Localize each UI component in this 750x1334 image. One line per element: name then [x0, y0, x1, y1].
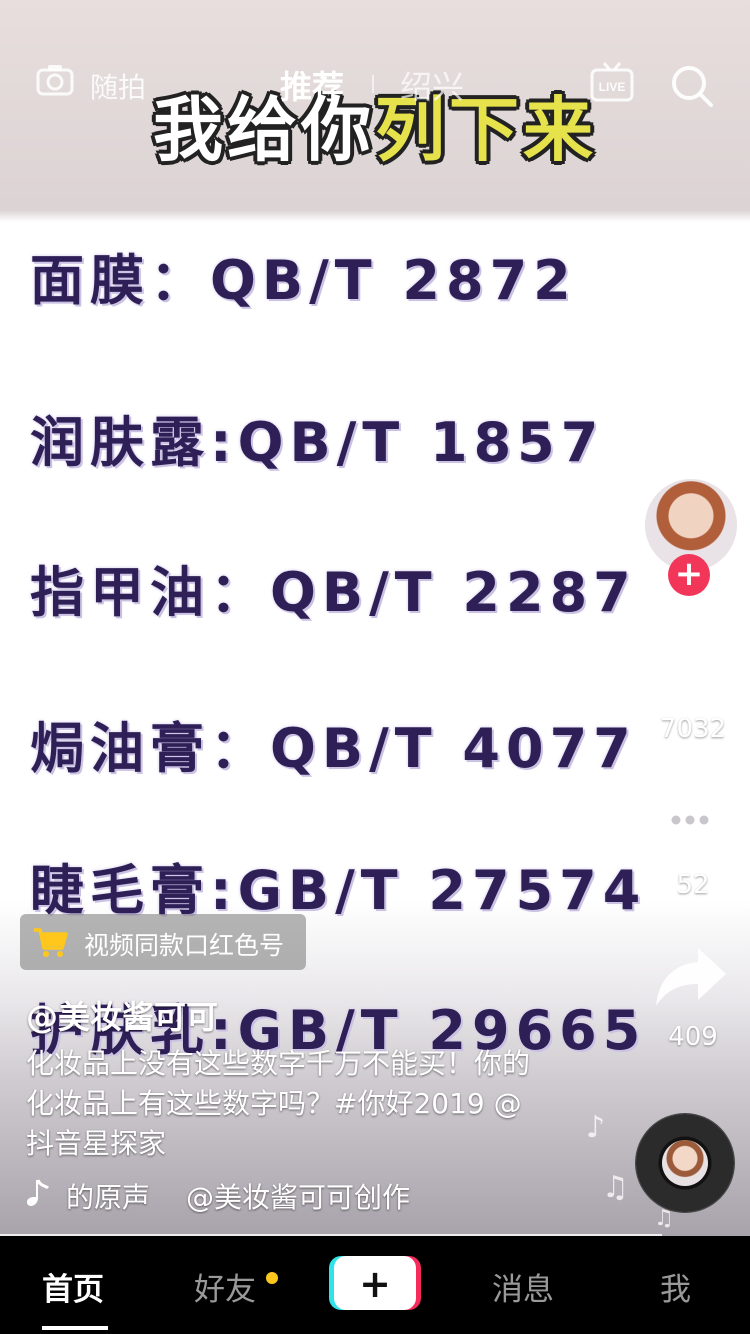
- live-label: LIVE: [599, 80, 626, 94]
- cart-icon: [34, 928, 68, 957]
- camera-icon[interactable]: [36, 64, 74, 96]
- share-icon[interactable]: [654, 946, 728, 1008]
- music-info[interactable]: 的原声 @美妆酱可可创作: [26, 1174, 426, 1214]
- search-icon[interactable]: [670, 64, 714, 108]
- nav-messages[interactable]: 消息: [492, 1264, 554, 1309]
- share-count: 409: [668, 1022, 718, 1052]
- standard-row: 面膜：QB/T 2872: [30, 249, 577, 312]
- author-name[interactable]: @美妆酱可可: [26, 992, 218, 1038]
- comment-count: 52: [676, 870, 710, 900]
- post-caption: 化妆品上没有这些数字千万不能买！你的化妆品上有这些数字吗？#你好2019 @抖音…: [26, 1047, 531, 1160]
- music-note-icon: [27, 1179, 50, 1206]
- create-button[interactable]: +: [334, 1256, 416, 1310]
- live-icon[interactable]: LIVE: [590, 62, 634, 102]
- music-disc[interactable]: [636, 1114, 734, 1212]
- heart-icon[interactable]: [650, 630, 730, 702]
- product-tag-label: 视频同款口红色号: [84, 931, 285, 960]
- music-disc-cover: [662, 1140, 708, 1186]
- music-text: 的原声 @美妆酱可可创作: [66, 1176, 410, 1214]
- tab-divider: [372, 75, 374, 93]
- notification-dot: [266, 1272, 278, 1284]
- tab-city[interactable]: 绍兴: [400, 62, 464, 108]
- tab-recommend[interactable]: 推荐: [280, 62, 344, 108]
- like-count: 7032: [659, 714, 727, 744]
- floating-note-icon: ♫: [602, 1170, 629, 1205]
- create-button-label: +: [359, 1262, 391, 1306]
- nav-home[interactable]: 首页: [42, 1264, 104, 1309]
- nav-me[interactable]: 我: [660, 1264, 691, 1309]
- floating-note-icon: ♪: [586, 1110, 606, 1145]
- standard-row: 指甲油：QB/T 2287: [30, 561, 637, 624]
- bottom-nav: 首页 好友 + 消息 我: [0, 1236, 750, 1334]
- standard-row: 焗油膏：QB/T 4077: [30, 717, 637, 780]
- follow-button[interactable]: +: [668, 554, 710, 596]
- music-creator: @美妆酱可可创作: [186, 1181, 411, 1214]
- standard-row: 润肤露:QB/T 1857: [30, 411, 605, 474]
- music-original: 的原声: [66, 1181, 151, 1214]
- top-bar: 随拍 推荐 绍兴 LIVE: [0, 0, 750, 170]
- snap-label[interactable]: 随拍: [90, 66, 146, 106]
- nav-friends[interactable]: 好友: [194, 1264, 256, 1309]
- nav-active-indicator: [42, 1326, 108, 1330]
- product-tag[interactable]: 视频同款口红色号: [20, 914, 306, 970]
- comment-icon[interactable]: [654, 788, 726, 858]
